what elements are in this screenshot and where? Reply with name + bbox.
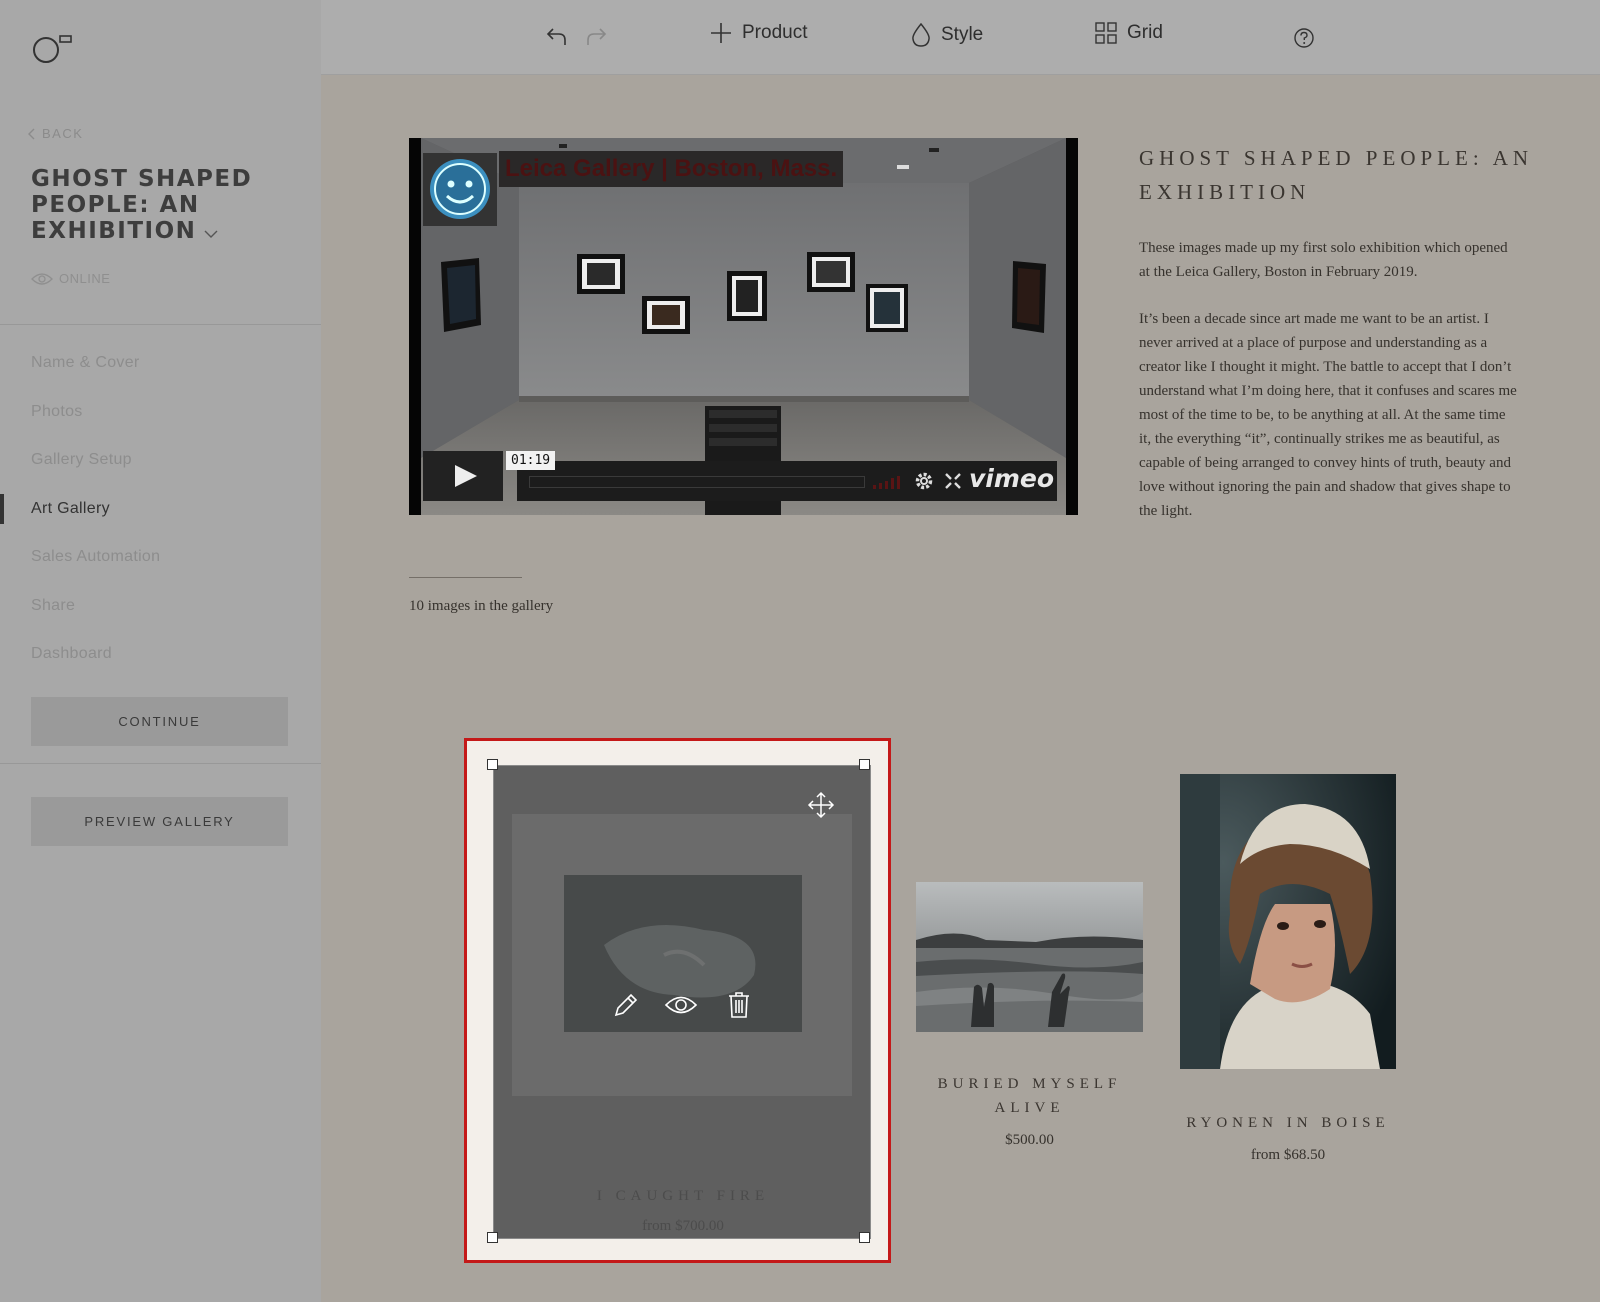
description-paragraph-1: These images made up my first solo exhib…	[1139, 240, 1508, 280]
product-title-ryonen-in-boise: RYONEN IN BOISE	[1186, 1115, 1390, 1131]
style-label: Style	[941, 24, 984, 45]
undo-icon[interactable]	[546, 26, 568, 46]
status-label: ONLINE	[59, 271, 111, 286]
redo-icon[interactable]	[585, 26, 607, 46]
gallery-title-text: GHOST SHAPED PEOPLE: AN EXHIBITION	[31, 166, 253, 244]
sidebar-item-gallery-setup[interactable]: Gallery Setup	[0, 441, 321, 490]
grid-label: Grid	[1127, 22, 1163, 43]
product-title-buried-myself-alive: BURIED MYSELF ALIVE	[937, 1076, 1122, 1116]
grid-icon	[1095, 22, 1117, 44]
move-icon[interactable]	[807, 791, 835, 819]
resize-handle-bottom-left[interactable]	[487, 1232, 498, 1243]
preview-gallery-button[interactable]: PREVIEW GALLERY	[31, 797, 288, 846]
eye-icon	[31, 272, 53, 285]
exhibition-description: These images made up my first solo exhib…	[1139, 236, 1519, 546]
back-link[interactable]: BACK	[28, 126, 83, 141]
product-card-overlay: I CAUGHT FIRE from $700.00	[493, 765, 871, 1239]
progress-track[interactable]	[529, 476, 865, 488]
settings-icon[interactable]	[914, 471, 934, 491]
smiley-icon	[430, 159, 490, 219]
sidebar-item-art-gallery[interactable]: Art Gallery	[0, 490, 321, 539]
sidebar-item-photos[interactable]: Photos	[0, 393, 321, 442]
logo-icon[interactable]	[32, 34, 78, 64]
view-icon[interactable]	[664, 992, 698, 1018]
plus-icon	[711, 23, 731, 43]
add-product-button[interactable]: Product	[710, 22, 807, 44]
product-label: Product	[742, 22, 808, 43]
product-price-ryonen-in-boise: from $68.50	[1250, 1147, 1326, 1163]
trash-icon[interactable]	[727, 991, 751, 1019]
continue-button[interactable]: CONTINUE	[31, 697, 288, 746]
video-player[interactable]: Leica Gallery | Boston, Mass. vimeo 01:1…	[409, 138, 1078, 515]
edit-icon[interactable]	[612, 991, 640, 1019]
portrait-image	[1180, 774, 1396, 1069]
water-hands-image	[916, 882, 1143, 1032]
sidebar-divider	[0, 324, 321, 325]
sidebar-item-share[interactable]: Share	[0, 587, 321, 636]
gallery-title[interactable]: GHOST SHAPED PEOPLE: AN EXHIBITION	[31, 166, 271, 245]
top-toolbar: Product Style Grid	[321, 0, 1600, 75]
help-icon[interactable]	[1293, 27, 1315, 49]
sidebar-nav: Name & Cover Photos Gallery Setup Art Ga…	[0, 344, 321, 684]
control-bar: vimeo	[517, 461, 1057, 501]
section-divider	[409, 577, 522, 578]
time-tooltip: 01:19	[506, 451, 556, 470]
style-button[interactable]: Style	[911, 22, 983, 48]
resize-handle-bottom-right[interactable]	[859, 1232, 870, 1243]
product-price-buried-myself-alive: $500.00	[1005, 1132, 1054, 1148]
chevron-down-icon[interactable]	[204, 219, 218, 245]
sidebar-item-dashboard[interactable]: Dashboard	[0, 635, 321, 684]
product-image-buried-myself-alive[interactable]	[916, 882, 1143, 1032]
description-paragraph-2: It’s been a decade since art made me wan…	[1139, 311, 1517, 519]
vimeo-logo[interactable]: vimeo	[969, 464, 1054, 493]
resize-handle-top-left[interactable]	[487, 759, 498, 770]
sidebar-item-sales-automation[interactable]: Sales Automation	[0, 538, 321, 587]
chevron-left-icon	[28, 128, 35, 139]
product-price: from $700.00	[642, 1218, 724, 1234]
exhibition-title: GHOST SHAPED PEOPLE: AN EXHIBITION	[1139, 146, 1534, 204]
status-indicator: ONLINE	[31, 271, 110, 286]
sidebar-item-name-cover[interactable]: Name & Cover	[0, 344, 321, 393]
volume-icon[interactable]	[871, 475, 901, 489]
channel-avatar[interactable]	[423, 153, 497, 226]
resize-handle-top-right[interactable]	[859, 759, 870, 770]
video-title[interactable]: Leica Gallery | Boston, Mass.	[499, 151, 844, 187]
play-icon	[455, 465, 477, 487]
play-button[interactable]	[423, 451, 503, 501]
sidebar-divider-2	[0, 763, 321, 764]
fullscreen-icon[interactable]	[945, 473, 961, 489]
back-label: BACK	[42, 126, 84, 141]
sidebar: BACK GHOST SHAPED PEOPLE: AN EXHIBITION …	[0, 0, 321, 1302]
product-card-selected[interactable]: I CAUGHT FIRE from $700.00	[464, 738, 891, 1263]
droplet-icon	[912, 22, 930, 47]
product-image-ryonen-in-boise[interactable]	[1180, 774, 1396, 1069]
grid-button[interactable]: Grid	[1095, 22, 1163, 44]
product-title: I CAUGHT FIRE	[596, 1188, 770, 1204]
image-count: 10 images in the gallery	[409, 598, 554, 614]
